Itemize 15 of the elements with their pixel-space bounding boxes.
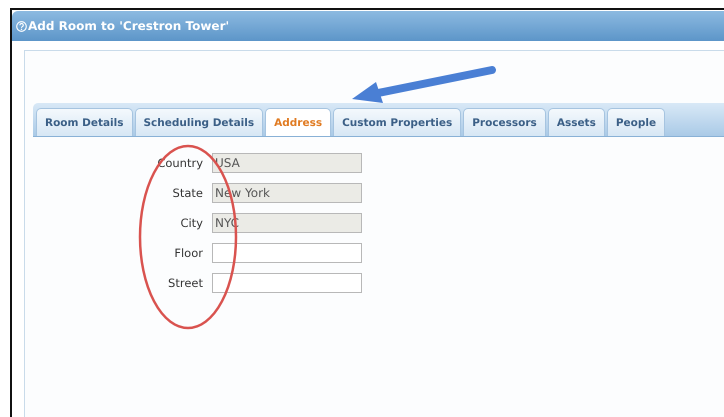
tab[interactable]: Assets	[548, 108, 605, 136]
tab[interactable]: Scheduling Details	[134, 108, 264, 136]
text-field[interactable]	[212, 273, 362, 293]
tab[interactable]: Room Details	[36, 108, 132, 136]
tab[interactable]: People	[606, 108, 666, 136]
window-title: Add Room to 'Crestron Tower'	[28, 19, 230, 33]
tab[interactable]: Address	[265, 108, 332, 136]
field-label: State	[172, 186, 203, 200]
tab[interactable]: Custom Properties	[333, 108, 462, 136]
help-icon[interactable]	[16, 20, 27, 32]
field-label: Street	[167, 276, 203, 290]
field-label: City	[179, 216, 203, 230]
tab[interactable]: Processors	[463, 108, 546, 136]
field-label: Floor	[173, 246, 203, 260]
text-field[interactable]	[212, 243, 362, 263]
